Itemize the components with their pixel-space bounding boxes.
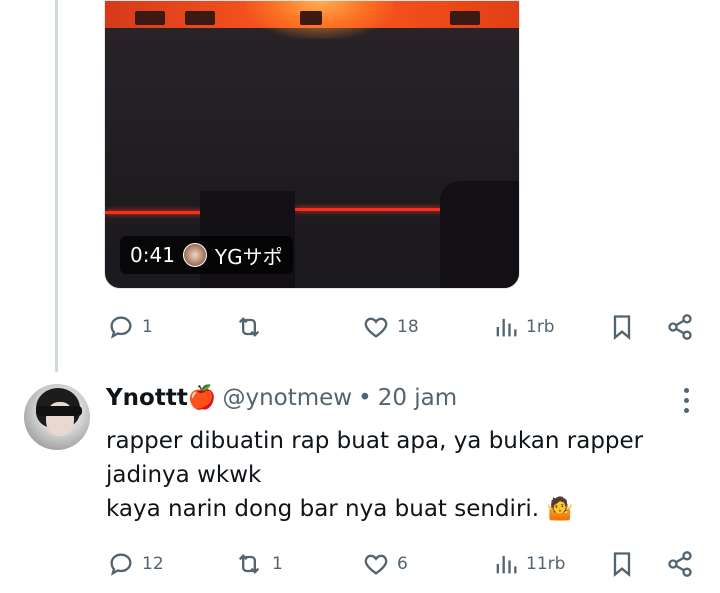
avatar-sunglasses [36, 406, 82, 416]
retweet-icon [238, 554, 260, 574]
video-duration: 0:41 [130, 243, 175, 267]
reply-count: 1 [142, 317, 153, 337]
separator-dot: • [358, 384, 372, 411]
more-icon-dot [684, 398, 689, 403]
like-count: 6 [397, 554, 408, 574]
reply-button[interactable]: 1 [106, 313, 153, 341]
tweet-text: rapper dibuatin rap buat apa, ya bukan r… [106, 424, 706, 527]
views-icon [496, 555, 517, 574]
thread-connector-line [55, 0, 58, 372]
stage-silhouette [440, 181, 519, 288]
more-icon-dot [684, 408, 689, 413]
like-icon [364, 554, 388, 575]
stage-speaker [450, 11, 480, 25]
share-button[interactable] [666, 313, 694, 341]
video-source-avatar [182, 243, 207, 267]
avatar[interactable] [24, 384, 90, 450]
stage-speaker [185, 11, 215, 25]
reply-button[interactable]: 12 [106, 550, 164, 578]
bookmark-icon [613, 552, 631, 577]
video-source-name: YGサポ [214, 244, 283, 269]
retweet-button[interactable] [232, 313, 272, 341]
display-name-emoji: 🍎 [187, 385, 217, 411]
reply-header: Ynottt🍎 @ynotmew • 20 jam [106, 384, 457, 412]
user-handle[interactable]: @ynotmew [222, 385, 352, 411]
like-button[interactable]: 18 [361, 313, 419, 341]
stage-speaker [300, 11, 322, 25]
reply-count: 12 [142, 554, 164, 574]
reply-icon [110, 553, 132, 576]
stage-laser [295, 208, 445, 211]
video-info-pill: 0:41 YGサポ [120, 236, 293, 274]
video-player[interactable]: 0:41 YGサポ [104, 0, 520, 289]
views-count: 1rb [526, 317, 555, 337]
share-icon [668, 314, 692, 340]
retweet-count: 1 [272, 554, 283, 574]
share-icon [668, 551, 692, 577]
tweet-text-line: kaya narin dong bar nya buat sendiri. 🤷 [106, 492, 706, 527]
tweet-text-line: jadinya wkwk [106, 462, 262, 488]
like-count: 18 [397, 317, 419, 337]
bookmark-button[interactable] [608, 313, 636, 341]
stage-laser [105, 211, 205, 214]
stage-speaker [135, 11, 165, 25]
bookmark-icon [613, 315, 631, 340]
display-name[interactable]: Ynottt🍎 [106, 384, 216, 411]
bookmark-button[interactable] [608, 550, 636, 578]
reply-icon [110, 316, 132, 339]
shrug-emoji: 🤷 [546, 497, 574, 522]
more-icon [684, 388, 689, 393]
share-button[interactable] [666, 550, 694, 578]
retweet-button[interactable]: 1 [232, 550, 283, 578]
views-icon [496, 318, 517, 337]
retweet-icon [238, 317, 260, 337]
tweet-text-line-content: kaya narin dong bar nya buat sendiri. [106, 496, 540, 522]
views-button[interactable]: 1rb [492, 313, 555, 341]
more-options-button[interactable] [684, 388, 692, 413]
tweet-text-line: rapper dibuatin rap buat apa, ya bukan r… [106, 428, 644, 454]
timestamp[interactable]: 20 jam [378, 385, 457, 411]
views-button[interactable]: 11rb [492, 550, 565, 578]
views-count: 11rb [526, 554, 566, 574]
like-button[interactable]: 6 [361, 550, 408, 578]
display-name-text: Ynottt [106, 385, 188, 411]
like-icon [364, 317, 388, 338]
